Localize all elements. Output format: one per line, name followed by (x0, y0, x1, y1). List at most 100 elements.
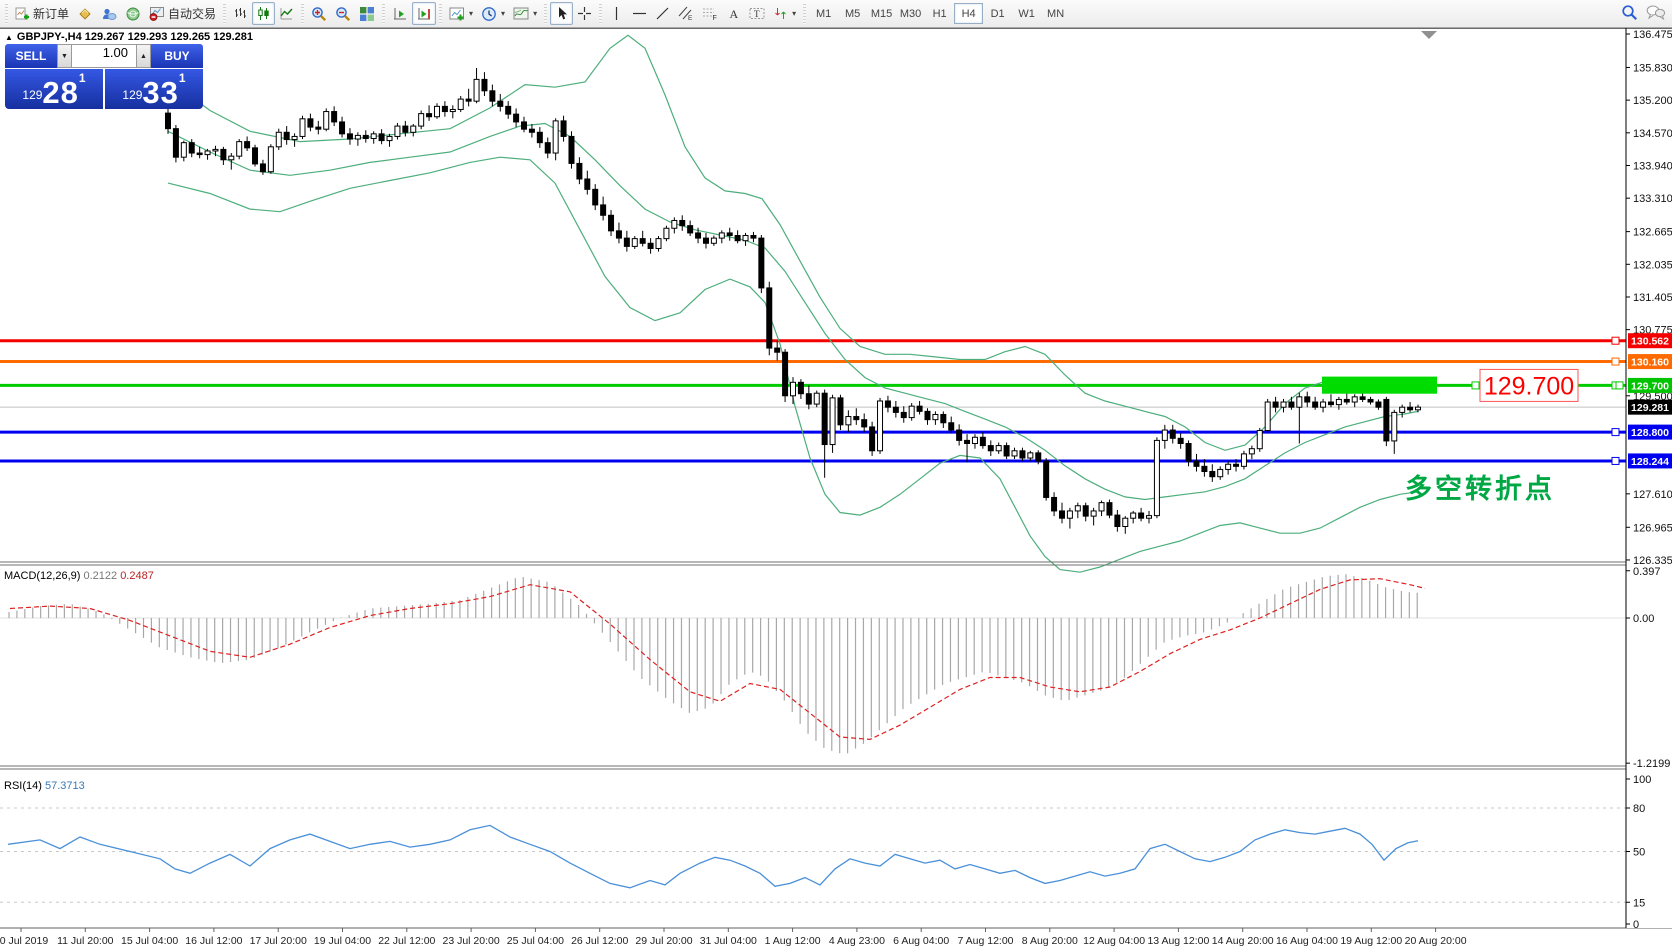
price-tick-label: 135.830 (1633, 62, 1672, 74)
timeframe-m15-button[interactable]: M15 (867, 3, 896, 24)
price-tick-label: 133.940 (1633, 160, 1672, 172)
sell-price-button[interactable]: 129 28 1 (5, 69, 103, 109)
toolbar-group-handle[interactable] (380, 4, 387, 24)
new-order-icon (15, 6, 30, 21)
green-line-anchor[interactable] (1616, 382, 1623, 389)
candle-chart-mode-icon (256, 6, 271, 21)
price-tick-label: 133.310 (1633, 193, 1672, 205)
label-tool[interactable]: T (745, 2, 769, 25)
horizontal-line-tool[interactable] (628, 2, 651, 25)
turning-point-note[interactable]: 多空转折点 (1405, 473, 1555, 504)
macd-axis-label: 0.00 (1633, 613, 1654, 625)
indicators-button[interactable]: ▾ (445, 2, 477, 25)
broadcast-button[interactable] (121, 2, 145, 25)
toolbar-group-handle[interactable] (3, 4, 10, 24)
price-tick-label: 131.405 (1633, 292, 1672, 304)
price-tick-label: 132.035 (1633, 259, 1672, 271)
community-button[interactable] (97, 2, 121, 25)
tile-windows-button[interactable] (355, 2, 379, 25)
channel-icon: E (678, 6, 694, 21)
cursor-tool-icon (555, 6, 569, 21)
auto-scroll-button[interactable] (388, 2, 412, 25)
dropdown-caret-icon[interactable]: ▾ (501, 9, 505, 18)
price-badge-text: 130.562 (1631, 336, 1669, 348)
chart-shift-button[interactable] (412, 2, 436, 25)
timeframe-d1-button[interactable]: D1 (983, 3, 1012, 24)
timeframe-h1-button[interactable]: H1 (925, 3, 954, 24)
horizontal-line-icon (632, 7, 647, 20)
dropdown-caret-icon[interactable]: ▾ (469, 9, 473, 18)
cursor-tool-button[interactable] (550, 2, 573, 25)
dropdown-caret-icon[interactable]: ▾ (533, 9, 537, 18)
toolbar-group-handle[interactable] (437, 4, 444, 24)
toolbar-group-handle[interactable] (597, 4, 604, 24)
volume-decrease-button[interactable]: ▼ (57, 44, 72, 68)
fibonacci-tool[interactable]: F (698, 2, 722, 25)
sell-button[interactable]: SELL (5, 44, 57, 68)
price-badge-text: 130.160 (1631, 357, 1669, 369)
buy-price-button[interactable]: 129 33 1 (105, 69, 203, 109)
hline-anchor-square[interactable] (1612, 457, 1619, 464)
zoom-out-button[interactable] (331, 2, 355, 25)
time-tick-label: 13 Aug 12:00 (1147, 935, 1209, 947)
toolbar-group-handle[interactable] (542, 4, 549, 24)
chat-icon[interactable] (1646, 4, 1666, 23)
chart-area[interactable]: 129.700多空转折点MACD(12,26,9) 0.2122 0.2487R… (0, 28, 1672, 948)
templates-icon (513, 6, 529, 21)
new-order-button[interactable]: 新订单 (11, 2, 73, 25)
arrows-tool[interactable]: ▾ (769, 2, 800, 25)
time-tick-label: 8 Aug 20:00 (1022, 935, 1078, 947)
crosshair-tool-button[interactable] (573, 2, 596, 25)
toolbar-group-handle[interactable] (299, 4, 306, 24)
templates-button[interactable]: ▾ (509, 2, 541, 25)
line-chart-mode-icon (279, 6, 294, 21)
timeframe-m30-button[interactable]: M30 (896, 3, 925, 24)
price-badge-text: 128.244 (1631, 456, 1669, 468)
time-tick-label: 17 Jul 20:00 (250, 935, 307, 947)
dropdown-caret-icon[interactable]: ▾ (792, 9, 796, 18)
time-tick-label: 23 Jul 20:00 (442, 935, 499, 947)
time-tick-label: 31 Jul 04:00 (700, 935, 757, 947)
text-tool[interactable]: A (722, 2, 745, 25)
time-tick-label: 6 Aug 04:00 (893, 935, 949, 947)
vertical-line-tool[interactable] (605, 2, 628, 25)
supply-zone-rectangle[interactable] (1322, 377, 1437, 394)
volume-increase-button[interactable]: ▲ (136, 44, 151, 68)
timeframe-h4-button[interactable]: H4 (954, 3, 983, 24)
periods-button[interactable]: ▾ (477, 2, 509, 25)
timeframe-m1-button[interactable]: M1 (809, 3, 838, 24)
price-axis[interactable]: 136.475135.830135.200134.570133.940133.3… (1626, 28, 1672, 931)
text-icon: A (727, 6, 740, 21)
line-chart-mode-button[interactable] (275, 2, 298, 25)
market-watch-icon (77, 6, 93, 22)
panel-collapse-arrow[interactable]: ▲ (5, 33, 13, 42)
tile-windows-icon (359, 6, 375, 22)
channel-tool[interactable]: E (674, 2, 698, 25)
buy-button[interactable]: BUY (151, 44, 203, 68)
trendline-tool[interactable] (651, 2, 674, 25)
market-watch-button[interactable] (73, 2, 97, 25)
toolbar-group-handle[interactable] (801, 4, 808, 24)
timeframe-mn-button[interactable]: MN (1041, 3, 1070, 24)
zoom-in-icon (311, 6, 327, 22)
time-tick-label: 26 Jul 12:00 (571, 935, 628, 947)
hline-anchor-square[interactable] (1612, 429, 1619, 436)
toolbar-group-handle[interactable] (221, 4, 228, 24)
zoom-in-button[interactable] (307, 2, 331, 25)
auto-trading-button[interactable]: 自动交易 (145, 2, 220, 25)
time-tick-label: 22 Jul 12:00 (378, 935, 435, 947)
bar-chart-mode-button[interactable] (229, 2, 252, 25)
search-icon[interactable] (1621, 4, 1638, 24)
candle-chart-mode-button[interactable] (252, 2, 275, 25)
green-line-anchor[interactable] (1472, 382, 1479, 389)
svg-text:T: T (754, 9, 760, 19)
auto-trading-button-label: 自动交易 (168, 5, 216, 22)
hline-anchor-square[interactable] (1612, 337, 1619, 344)
timeframe-m5-button[interactable]: M5 (838, 3, 867, 24)
auto-scroll-icon (392, 6, 408, 21)
timeframe-w1-button[interactable]: W1 (1012, 3, 1041, 24)
time-tick-label: 16 Jul 12:00 (185, 935, 242, 947)
volume-input[interactable]: 1.00 (72, 44, 136, 68)
rsi-axis-label: 15 (1633, 897, 1645, 909)
hline-anchor-square[interactable] (1612, 358, 1619, 365)
